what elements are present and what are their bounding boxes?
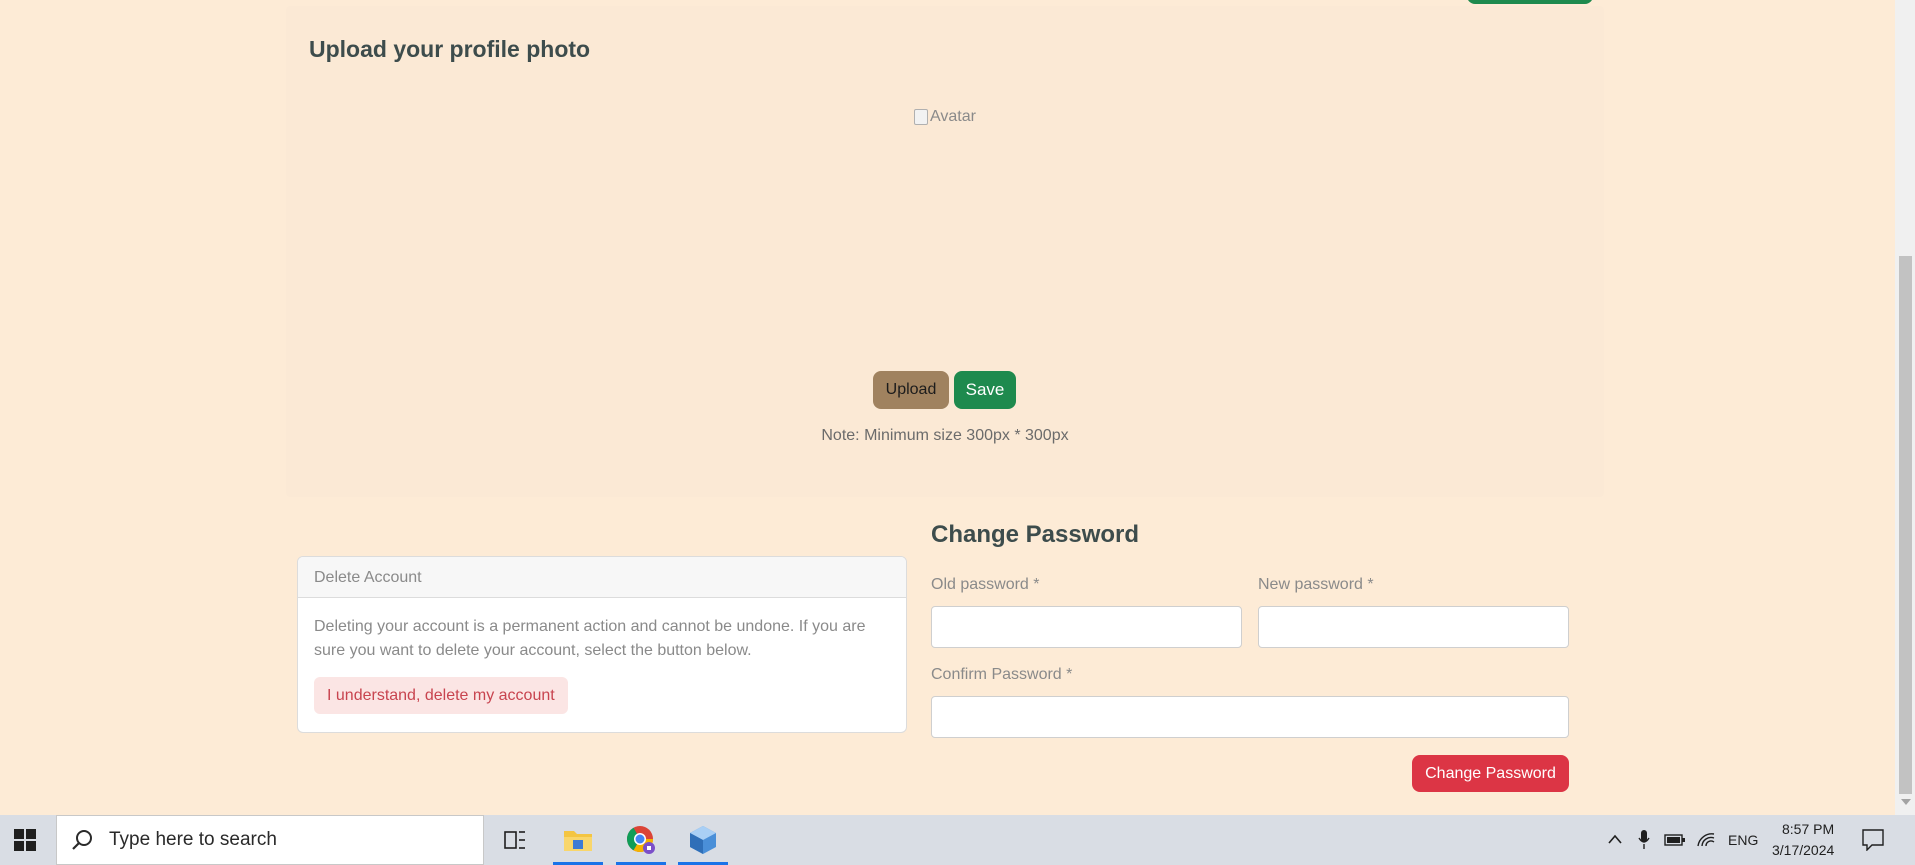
taskbar-file-explorer[interactable] xyxy=(553,815,603,865)
windows-icon xyxy=(14,829,36,851)
change-password-button[interactable]: Change Password xyxy=(1412,755,1569,792)
confirm-password-field[interactable] xyxy=(931,696,1569,738)
task-view-button[interactable] xyxy=(490,815,540,865)
delete-account-button[interactable]: I understand, delete my account xyxy=(314,677,568,714)
upload-button[interactable]: Upload xyxy=(873,371,949,409)
clock-date[interactable]: 3/17/2024 xyxy=(1772,842,1834,858)
task-view-icon xyxy=(504,831,525,849)
save-button[interactable]: Save xyxy=(954,371,1016,409)
app-cube-icon xyxy=(690,826,716,854)
notification-icon[interactable] xyxy=(1862,829,1884,851)
delete-account-description: Deleting your account is a permanent act… xyxy=(314,618,866,659)
clock-time[interactable]: 8:57 PM xyxy=(1782,821,1834,837)
page-content: Upload your profile photo Avatar Upload … xyxy=(0,0,1895,815)
broken-image-icon xyxy=(914,109,928,125)
delete-account-card: Delete Account Deleting your account is … xyxy=(297,556,907,733)
avatar-alt-text: Avatar xyxy=(930,108,976,125)
wifi-icon[interactable] xyxy=(1696,832,1716,848)
chevron-up-icon[interactable] xyxy=(1607,833,1623,845)
top-partial-button[interactable] xyxy=(1467,0,1593,4)
chrome-icon xyxy=(626,826,655,854)
old-password-field[interactable] xyxy=(931,606,1242,648)
change-password-title: Change Password xyxy=(931,521,1140,548)
taskbar-chrome[interactable] xyxy=(616,815,666,865)
search-placeholder: Type here to search xyxy=(109,829,277,850)
file-explorer-icon xyxy=(564,831,592,851)
confirm-password-label: Confirm Password * xyxy=(931,666,1073,683)
delete-account-header: Delete Account xyxy=(298,557,906,598)
microphone-icon[interactable] xyxy=(1638,829,1650,851)
search-icon xyxy=(72,830,92,850)
taskbar: Type here to search ENG 8:57 PM 3/17/202… xyxy=(0,815,1915,865)
old-password-label: Old password * xyxy=(931,576,1040,593)
upload-size-note: Note: Minimum size 300px * 300px xyxy=(821,427,1069,444)
avatar-image: Avatar xyxy=(914,108,976,126)
taskbar-search-input[interactable]: Type here to search xyxy=(56,815,484,865)
upload-photo-panel xyxy=(286,6,1604,497)
new-password-label: New password * xyxy=(1258,576,1374,593)
upload-title: Upload your profile photo xyxy=(309,36,591,62)
scrollbar-thumb[interactable] xyxy=(1899,256,1912,794)
scroll-down-arrow-icon[interactable] xyxy=(1901,799,1911,805)
language-indicator[interactable]: ENG xyxy=(1728,832,1758,848)
battery-icon[interactable] xyxy=(1664,832,1686,848)
new-password-field[interactable] xyxy=(1258,606,1569,648)
start-button[interactable] xyxy=(0,815,50,865)
taskbar-app[interactable] xyxy=(678,815,728,865)
